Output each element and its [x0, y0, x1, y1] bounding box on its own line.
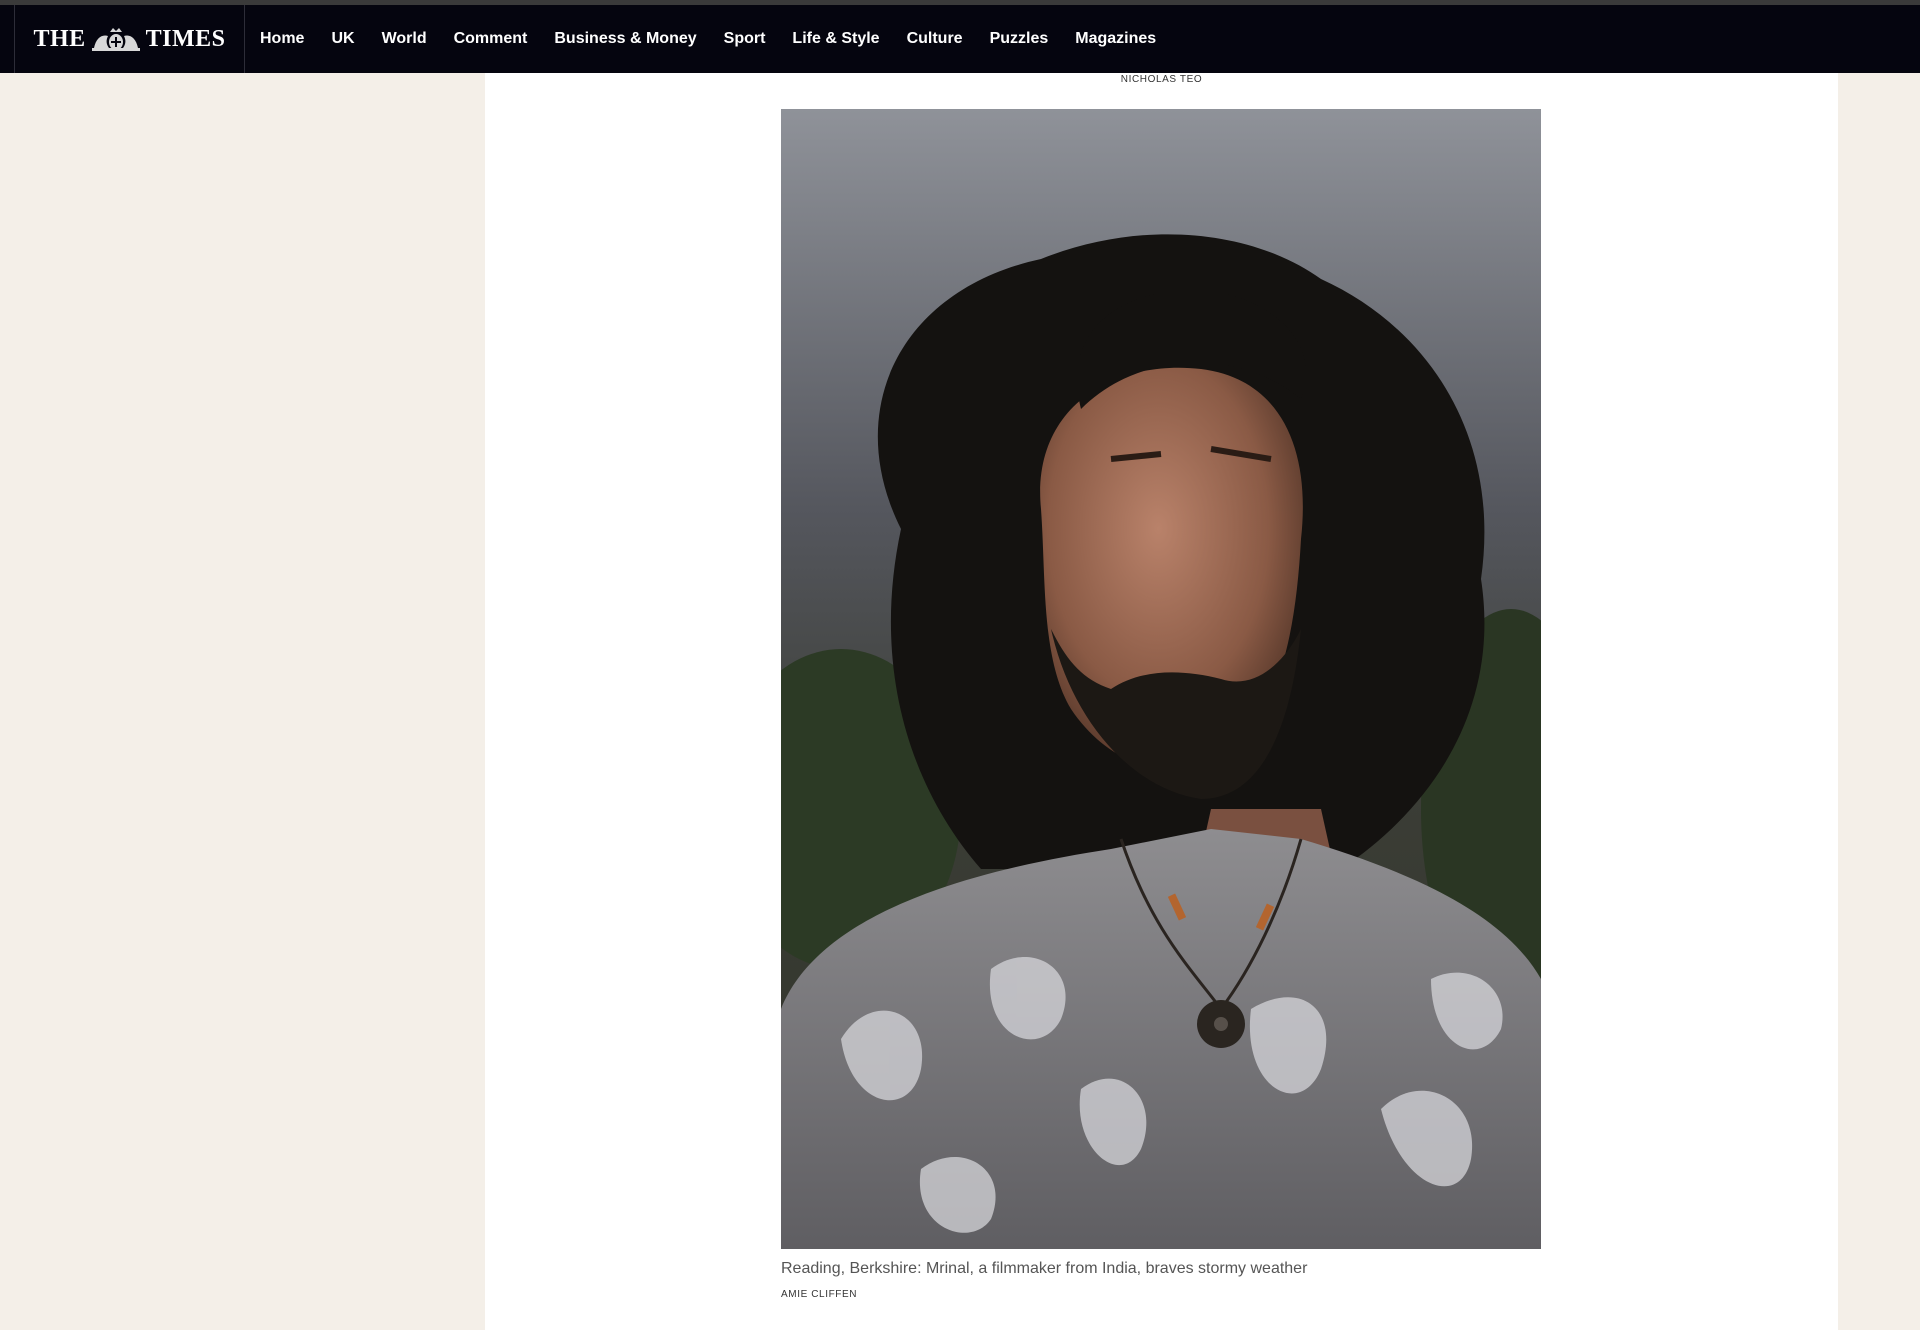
- article-body: NICHOLAS TEO Reading, Berkshire: Mrinal,…: [485, 73, 1838, 1330]
- site-navigation-bar: THE TIMES Home UK World Comment Business…: [0, 5, 1920, 73]
- nav-uk[interactable]: UK: [331, 30, 354, 48]
- nav-business-money[interactable]: Business & Money: [554, 30, 696, 48]
- previous-photo-credit: NICHOLAS TEO: [1120, 74, 1203, 85]
- royal-crest-icon: [91, 28, 140, 51]
- nav-culture[interactable]: Culture: [907, 30, 963, 48]
- nav-comment[interactable]: Comment: [454, 30, 528, 48]
- photo-caption: Reading, Berkshire: Mrinal, a filmmaker …: [781, 1260, 1308, 1277]
- nav-home[interactable]: Home: [260, 30, 304, 48]
- nav-magazines[interactable]: Magazines: [1075, 30, 1156, 48]
- section-nav: Home UK World Comment Business & Money S…: [260, 30, 1183, 48]
- photo-credit: AMIE CLIFFEN: [781, 1289, 858, 1300]
- nav-life-style[interactable]: Life & Style: [792, 30, 879, 48]
- article-photo[interactable]: [781, 109, 1541, 1249]
- nav-world[interactable]: World: [382, 30, 427, 48]
- the-times-logo[interactable]: THE TIMES: [14, 5, 245, 73]
- masthead-word-the: THE: [33, 25, 86, 52]
- nav-sport[interactable]: Sport: [724, 30, 766, 48]
- nav-puzzles[interactable]: Puzzles: [990, 30, 1049, 48]
- masthead-word-times: TIMES: [145, 25, 226, 52]
